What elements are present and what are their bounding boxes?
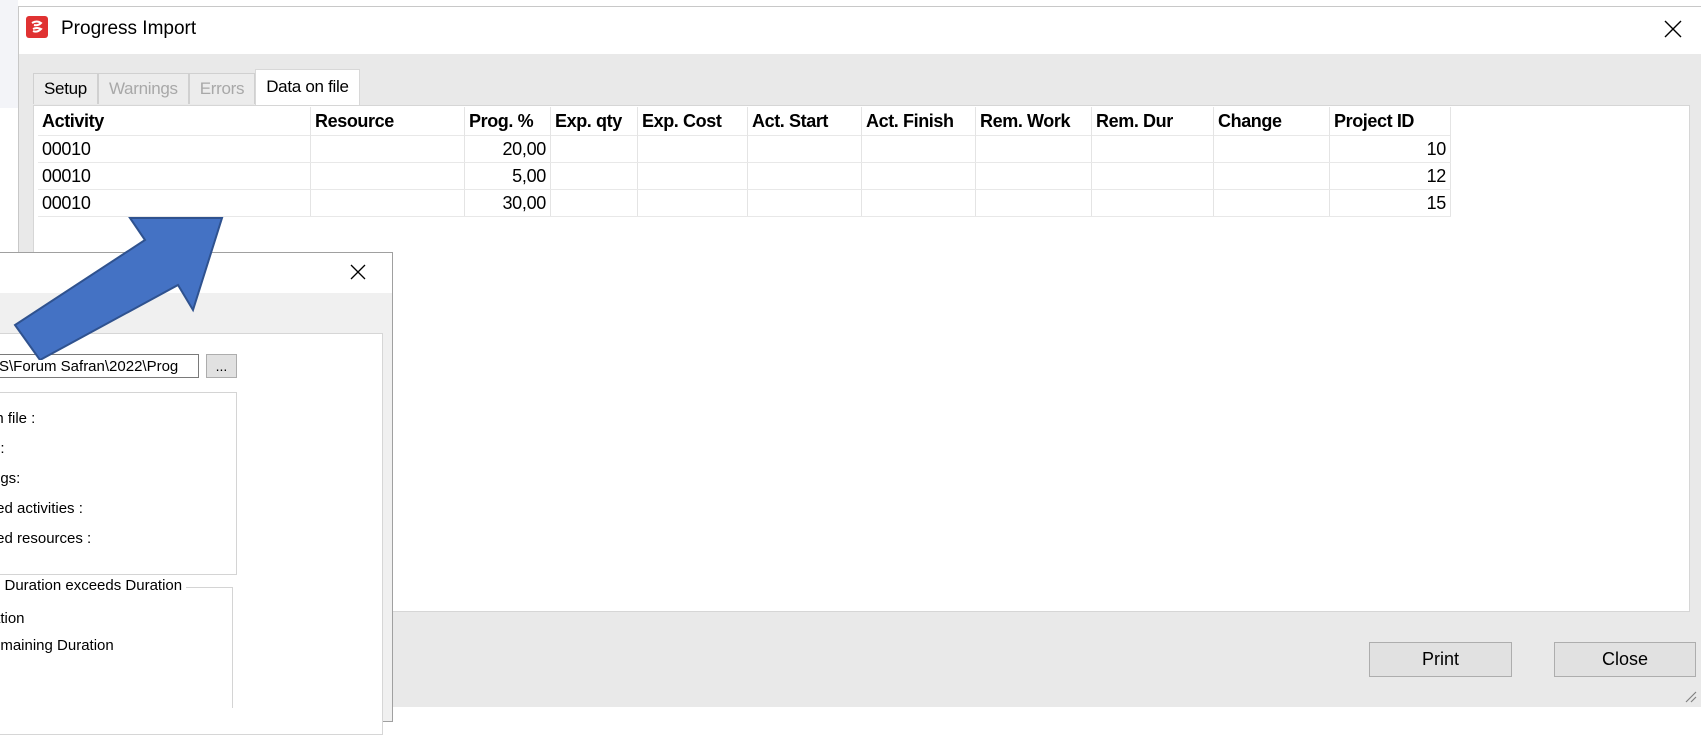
duration-option[interactable]: emaining Duration [0,637,114,654]
cell-rem-dur[interactable] [1091,189,1214,217]
close-icon[interactable] [1659,15,1687,43]
column-header-rem-work[interactable]: Rem. Work [975,107,1092,136]
stat-label: in file : [0,410,36,427]
arrow-annotation [13,217,224,360]
stat-label: ted resources : [0,530,92,547]
cell-change[interactable] [1213,135,1330,163]
cell-resource[interactable] [310,135,465,163]
close-button[interactable]: Close [1554,642,1696,677]
column-header-act-finish[interactable]: Act. Finish [861,107,976,136]
cell-change[interactable] [1213,162,1330,190]
column-header-exp-cost[interactable]: Exp. Cost [637,107,748,136]
cell-exp-qty[interactable] [550,189,638,217]
cell-exp-cost[interactable] [637,189,748,217]
cell-prog-pct[interactable]: 5,00 [464,162,551,190]
cell-exp-cost[interactable] [637,135,748,163]
column-header-prog-pct[interactable]: Prog. % [464,107,551,136]
cell-act-finish[interactable] [861,135,976,163]
column-header-activity[interactable]: Activity [38,107,311,136]
file-stats-group: in file : ..: ngs: ted activities : ted … [0,392,237,575]
column-header-act-start[interactable]: Act. Start [747,107,862,136]
column-header-exp-qty[interactable]: Exp. qty [550,107,638,136]
tab-warnings[interactable]: Warnings [97,73,189,104]
table-row[interactable]: 00010 30,00 15 [38,189,1451,217]
cell-exp-cost[interactable] [637,162,748,190]
cell-prog-pct[interactable]: 30,00 [464,189,551,217]
table-row[interactable]: 00010 5,00 12 [38,162,1451,190]
cell-project-id[interactable]: 12 [1329,162,1451,190]
stat-label: ted activities : [0,500,83,517]
safran-logo-icon [26,16,48,38]
data-grid: Activity Resource Prog. % Exp. qty Exp. … [38,107,1451,217]
duration-group-legend: g Duration exceeds Duration [0,577,187,594]
cell-project-id[interactable]: 10 [1329,135,1451,163]
cell-act-finish[interactable] [861,162,976,190]
cell-activity[interactable]: 00010 [38,135,311,163]
column-header-project-id[interactable]: Project ID [1329,107,1451,136]
cell-activity[interactable]: 00010 [38,162,311,190]
stat-label: ngs: [0,470,21,487]
column-header-resource[interactable]: Resource [310,107,465,136]
tab-errors[interactable]: Errors [188,73,256,104]
cell-prog-pct[interactable]: 20,00 [464,135,551,163]
window-title: Progress Import [61,18,197,39]
setup-panel: S\Forum Safran\2022\Prog ... in file : .… [0,333,383,735]
cell-exp-qty[interactable] [550,135,638,163]
duration-option[interactable]: ation [0,610,25,627]
cell-act-start[interactable] [747,135,862,163]
cell-act-start[interactable] [747,162,862,190]
cell-project-id[interactable]: 15 [1329,189,1451,217]
grid-header-row: Activity Resource Prog. % Exp. qty Exp. … [38,107,1451,136]
cell-rem-dur[interactable] [1091,135,1214,163]
tab-data-on-file[interactable]: Data on file [255,69,360,105]
stat-label: ..: [0,440,5,457]
resize-grip-icon[interactable] [1681,687,1697,703]
cell-resource[interactable] [310,189,465,217]
cell-rem-work[interactable] [975,135,1092,163]
cell-rem-work[interactable] [975,162,1092,190]
close-icon[interactable] [347,261,369,283]
title-bar: Progress Import [19,7,1701,54]
tab-setup[interactable]: Setup [33,73,98,104]
cell-rem-dur[interactable] [1091,162,1214,190]
cell-rem-work[interactable] [975,189,1092,217]
column-header-rem-dur[interactable]: Rem. Dur [1091,107,1214,136]
tab-strip: Setup Warnings Errors Data on file [33,69,360,105]
cell-change[interactable] [1213,189,1330,217]
table-row[interactable]: 00010 20,00 10 [38,135,1451,163]
background-panel [0,0,18,108]
print-button[interactable]: Print [1369,642,1512,677]
cell-act-finish[interactable] [861,189,976,217]
cell-exp-qty[interactable] [550,162,638,190]
cell-resource[interactable] [310,162,465,190]
column-header-change[interactable]: Change [1213,107,1330,136]
cell-act-start[interactable] [747,189,862,217]
